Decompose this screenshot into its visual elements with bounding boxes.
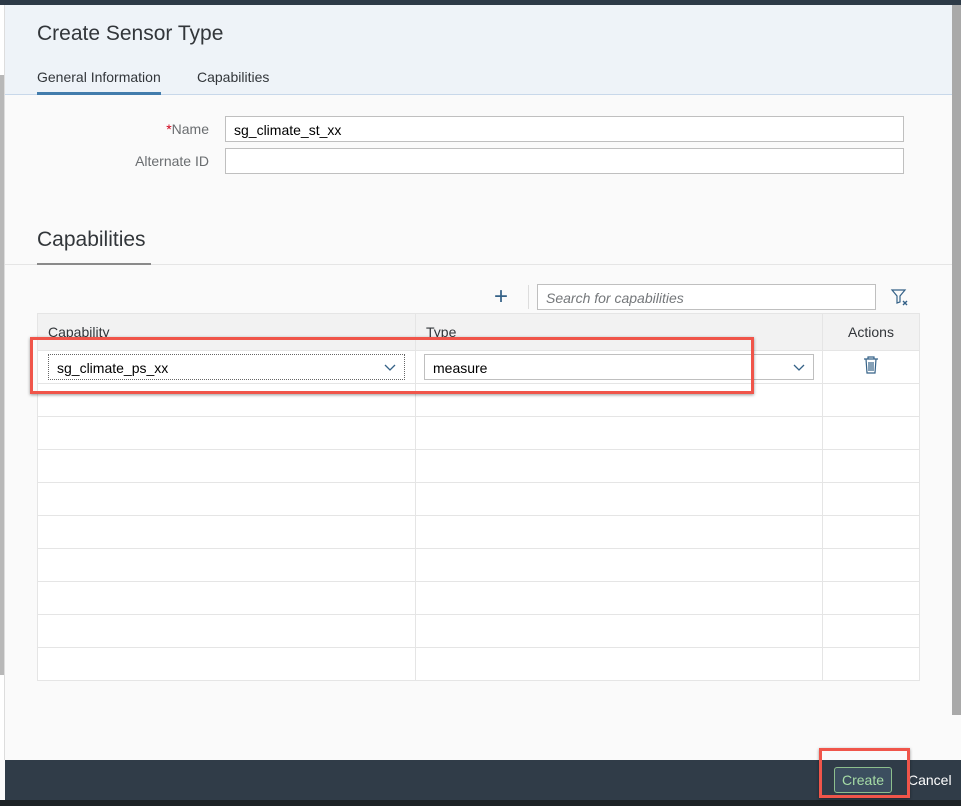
empty-cell <box>37 482 416 516</box>
empty-cell <box>415 482 823 516</box>
empty-table-row <box>37 449 920 483</box>
empty-cell <box>822 515 920 549</box>
capabilities-section-title: Capabilities <box>37 228 146 251</box>
empty-cell <box>822 449 920 483</box>
empty-cell <box>415 581 823 615</box>
create-button[interactable]: Create <box>834 767 892 793</box>
capability-select[interactable]: sg_climate_ps_xx <box>48 354 405 380</box>
background-page-edge <box>0 5 5 760</box>
empty-cell <box>37 647 416 681</box>
empty-cell <box>822 482 920 516</box>
capabilities-table: Capability Type Actions sg_climate_ps_xx… <box>37 313 920 681</box>
empty-cell <box>822 548 920 582</box>
dialog-header: Create Sensor Type General Information C… <box>5 5 952 95</box>
column-capability: Capability <box>37 313 416 351</box>
empty-table-row <box>37 581 920 615</box>
dialog-title: Create Sensor Type <box>37 22 224 45</box>
tab-capabilities[interactable]: Capabilities <box>197 69 269 95</box>
empty-table-row <box>37 614 920 648</box>
column-type: Type <box>415 313 823 351</box>
name-label: *Name <box>89 121 209 137</box>
bottom-bar <box>0 800 961 806</box>
empty-cell <box>415 449 823 483</box>
alternate-id-input[interactable] <box>225 148 904 174</box>
empty-cell <box>37 614 416 648</box>
capability-value: sg_climate_ps_xx <box>57 360 169 376</box>
empty-cell <box>37 581 416 615</box>
alternate-id-label: Alternate ID <box>135 153 209 169</box>
scrollbar[interactable] <box>952 5 961 715</box>
chevron-down-icon <box>384 364 396 371</box>
empty-table-row <box>37 383 920 417</box>
empty-cell <box>415 548 823 582</box>
delete-icon[interactable] <box>863 355 879 374</box>
empty-cell <box>37 383 416 417</box>
empty-table-row <box>37 515 920 549</box>
empty-table-row <box>37 482 920 516</box>
empty-cell <box>37 515 416 549</box>
cancel-button[interactable]: Cancel <box>908 772 952 788</box>
capabilities-search-input[interactable]: Search for capabilities <box>537 284 876 310</box>
empty-cell <box>415 416 823 450</box>
empty-cell <box>822 614 920 648</box>
type-cell: measure <box>415 350 823 384</box>
capability-cell: sg_climate_ps_xx <box>37 350 416 384</box>
dialog-footer <box>5 760 961 800</box>
type-select[interactable]: measure <box>424 354 814 380</box>
empty-cell <box>415 614 823 648</box>
section-underline <box>37 263 151 265</box>
type-value: measure <box>433 360 488 376</box>
clear-filter-icon[interactable] <box>890 287 910 307</box>
empty-table-row <box>37 647 920 681</box>
empty-cell <box>415 647 823 681</box>
empty-cell <box>415 515 823 549</box>
empty-cell <box>822 581 920 615</box>
empty-cell <box>37 548 416 582</box>
add-capability-button[interactable]: + <box>494 285 508 309</box>
table-row: sg_climate_ps_xx measure <box>37 350 920 384</box>
column-actions: Actions <box>822 313 920 351</box>
empty-table-row <box>37 416 920 450</box>
empty-cell <box>822 383 920 417</box>
empty-cell <box>822 647 920 681</box>
empty-cell <box>37 416 416 450</box>
tab-general-information[interactable]: General Information <box>37 69 161 95</box>
empty-cell <box>822 416 920 450</box>
toolbar-separator <box>528 285 529 309</box>
empty-cell <box>37 449 416 483</box>
empty-table-row <box>37 548 920 582</box>
actions-cell <box>822 350 920 384</box>
name-label-text: Name <box>171 121 209 137</box>
name-input[interactable]: sg_climate_st_xx <box>225 116 904 142</box>
empty-cell <box>415 383 823 417</box>
chevron-down-icon <box>793 364 805 371</box>
